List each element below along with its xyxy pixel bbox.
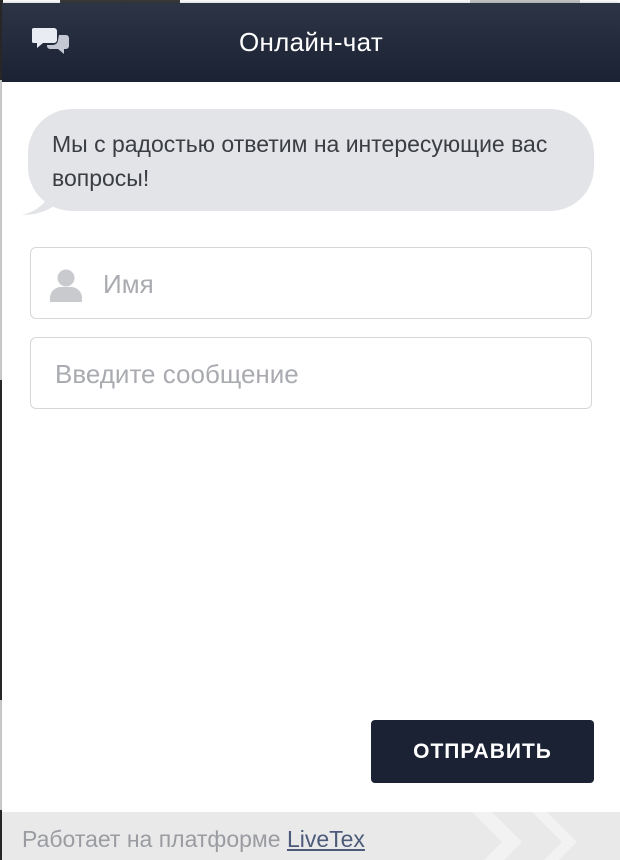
footer: Работает на платформе LiveTex [2,812,620,860]
name-field[interactable] [30,247,592,320]
powered-by: Работает на платформе LiveTex [22,826,365,853]
greeting-text: Мы с радостью ответим на интересующие ва… [52,131,548,191]
chat-title: Онлайн-чат [238,27,384,57]
send-button[interactable]: ОТПРАВИТЬ [371,720,594,783]
name-input[interactable] [101,248,575,320]
watermark-decoration [472,812,577,860]
user-icon [50,269,82,302]
message-field[interactable] [30,337,592,410]
livetex-link[interactable]: LiveTex [287,826,365,852]
chat-widget: Онлайн-чат Мы с радостью ответим на инте… [2,3,620,860]
greeting-bubble: Мы с радостью ответим на интересующие ва… [28,109,594,211]
chat-header[interactable]: Онлайн-чат [2,3,620,82]
message-input[interactable] [53,338,577,410]
powered-by-text: Работает на платформе [22,826,281,852]
